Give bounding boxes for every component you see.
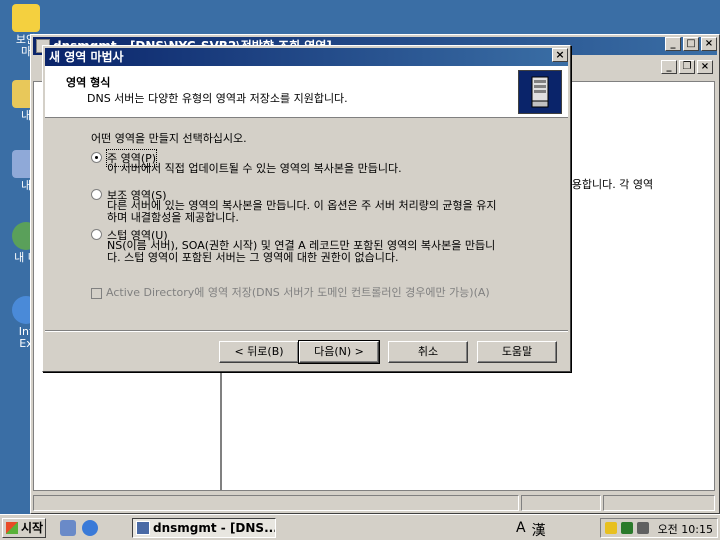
help-button[interactable]: 도움말	[477, 341, 557, 363]
start-button[interactable]: 시작	[2, 518, 46, 538]
taskbar-item-label: dnsmgmt - [DNS...	[153, 521, 276, 535]
minimize-button[interactable]: _	[665, 37, 681, 51]
status-pane-3	[603, 495, 715, 511]
stub-zone-desc-line-2: 다. 스텁 영역이 포함된 서버는 그 영역에 대한 권한이 없습니다.	[107, 251, 399, 264]
cancel-button[interactable]: 취소	[388, 341, 468, 363]
taskbar: 시작 dnsmgmt - [DNS... A 漢 오전 10:15	[0, 514, 720, 540]
ime-mode-a[interactable]: A	[516, 520, 526, 540]
status-pane-2	[521, 495, 601, 511]
start-label: 시작	[21, 521, 44, 535]
zone-type-question: 어떤 영역을 만들지 선택하십시오.	[91, 132, 247, 145]
network-icon[interactable]	[621, 522, 633, 534]
primary-zone-radio[interactable]	[91, 152, 102, 163]
child-minimize-button[interactable]: _	[661, 60, 677, 74]
internet-explorer-quicklaunch-icon[interactable]	[82, 520, 98, 536]
maximize-button[interactable]: □	[683, 37, 699, 51]
primary-zone-desc: 이 서버에서 직접 업데이트될 수 있는 영역의 복사본을 만듭니다.	[107, 162, 402, 175]
stub-zone-radio[interactable]	[91, 229, 102, 240]
new-zone-wizard-dialog: 새 영역 마법사 × 영역 형식 DNS 서버는 다양한 유형의 영역과 저장소…	[42, 45, 571, 372]
ime-bar: A 漢	[516, 520, 546, 540]
system-tray: 오전 10:15	[600, 518, 718, 538]
taskbar-item-dnsmgmt[interactable]: dnsmgmt - [DNS...	[132, 518, 276, 538]
button-separator	[45, 330, 568, 332]
help-question-icon	[12, 4, 40, 32]
window-controls: _ □ ×	[665, 37, 717, 51]
windows-logo-icon	[6, 522, 18, 534]
keyboard-icon[interactable]	[637, 522, 649, 534]
secondary-zone-radio[interactable]	[91, 189, 102, 200]
wizard-button-row: < 뒤로(B) 다음(N) > 취소 도움말	[43, 340, 570, 365]
secondary-zone-desc-line-2: 하며 내결함성을 제공합니다.	[107, 211, 239, 224]
show-desktop-icon[interactable]	[60, 520, 76, 536]
close-button[interactable]: ×	[701, 37, 717, 51]
dns-server-icon	[518, 70, 562, 114]
shield-icon[interactable]	[605, 522, 617, 534]
child-close-button[interactable]: ×	[697, 60, 713, 74]
ime-hanja[interactable]: 漢	[532, 520, 546, 540]
header-title: 영역 형식	[66, 76, 111, 89]
wizard-header: 영역 형식 DNS 서버는 다양한 유형의 영역과 저장소를 지원합니다.	[45, 66, 568, 118]
status-pane-1	[33, 495, 519, 511]
wizard-title: 새 영역 마법사	[49, 50, 124, 64]
clock[interactable]: 오전 10:15	[658, 521, 713, 537]
store-in-ad-checkbox-box	[91, 287, 102, 299]
store-in-ad-label: Active Directory에 영역 저장(DNS 서버가 도메인 컨트롤러…	[106, 286, 490, 299]
next-button[interactable]: 다음(N) >	[298, 340, 380, 364]
wizard-titlebar[interactable]: 새 영역 마법사	[45, 48, 568, 66]
stub-zone-desc: NS(이름 서버), SOA(권한 시작) 및 연결 A 레코드만 포함된 영역…	[107, 240, 495, 264]
header-subtitle: DNS 서버는 다양한 유형의 영역과 저장소를 지원합니다.	[87, 92, 348, 105]
child-restore-button[interactable]: ❐	[679, 60, 695, 74]
dnsmgmt-task-icon	[136, 521, 150, 535]
back-button[interactable]: < 뒤로(B)	[219, 341, 299, 363]
wizard-body: 어떤 영역을 만들지 선택하십시오. 주 영역(P) 이 서버에서 직접 업데이…	[45, 120, 568, 330]
store-in-ad-checkbox: Active Directory에 영역 저장(DNS 서버가 도메인 컨트롤러…	[91, 284, 490, 300]
child-window-controls: _ ❐ ×	[661, 60, 713, 74]
wizard-close-button[interactable]: ×	[552, 48, 568, 62]
status-bar	[33, 495, 715, 511]
secondary-zone-desc: 다른 서버에 있는 영역의 복사본을 만듭니다. 이 옵션은 주 서버 처리량의…	[107, 200, 497, 224]
